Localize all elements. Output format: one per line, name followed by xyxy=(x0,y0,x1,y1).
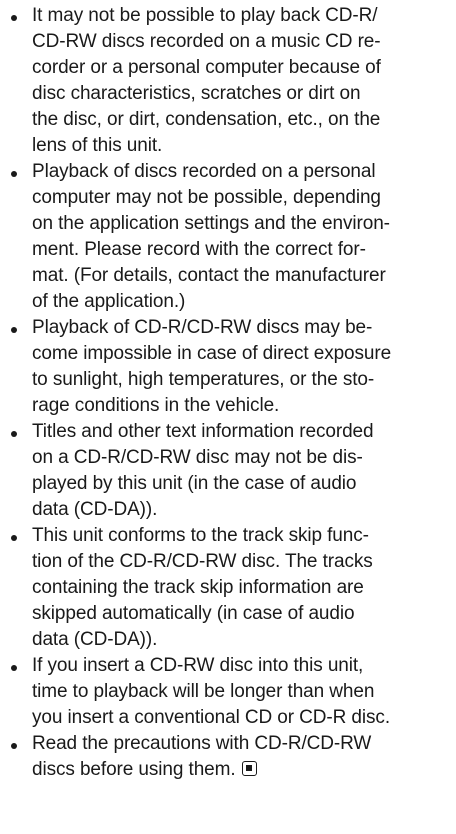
bullet-dot-icon xyxy=(11,327,17,333)
text-line: discs before using them. xyxy=(32,759,236,780)
text-line: computer may not be possible, depending xyxy=(32,187,381,208)
text-line: data (CD-DA)). xyxy=(32,629,158,650)
bullet-item: If you insert a CD-RW disc into this uni… xyxy=(0,653,456,731)
text-line: skipped automatically (in case of audio xyxy=(32,603,355,624)
text-line: ment. Please record with the correct for… xyxy=(32,239,366,260)
text-line: on the application settings and the envi… xyxy=(32,213,390,234)
text-line: Playback of CD-R/CD-RW discs may be- xyxy=(32,317,373,338)
text-line: rage conditions in the vehicle. xyxy=(32,395,280,416)
bullet-item: Playback of CD-R/CD-RW discs may be- com… xyxy=(0,315,456,419)
text-line: Titles and other text information record… xyxy=(32,421,374,442)
text-line: tion of the CD-R/CD-RW disc. The tracks xyxy=(32,551,373,572)
text-line: mat. (For details, contact the manufactu… xyxy=(32,265,386,286)
text-line: played by this unit (in the case of audi… xyxy=(32,473,357,494)
bullet-dot-icon xyxy=(11,15,17,21)
bullet-dot-icon xyxy=(11,743,17,749)
text-line: time to playback will be longer than whe… xyxy=(32,681,375,702)
text-line: CD-RW discs recorded on a music CD re- xyxy=(32,31,381,52)
bullet-item: Titles and other text information record… xyxy=(0,419,456,523)
bullet-dot-icon xyxy=(11,431,17,437)
bullet-item: Read the precautions with CD-R/CD-RW dis… xyxy=(0,731,456,783)
text-line: This unit conforms to the track skip fun… xyxy=(32,525,369,546)
text-line: lens of this unit. xyxy=(32,135,163,156)
text-line: disc characteristics, scratches or dirt … xyxy=(32,83,361,104)
text-line-with-end-mark: discs before using them. xyxy=(32,757,456,783)
text-line: Playback of discs recorded on a personal xyxy=(32,161,376,182)
bullet-item: This unit conforms to the track skip fun… xyxy=(0,523,456,653)
bullet-item: It may not be possible to play back CD-R… xyxy=(0,3,456,159)
text-line: the disc, or dirt, condensation, etc., o… xyxy=(32,109,381,130)
end-of-section-mark-icon xyxy=(241,761,257,776)
text-line: If you insert a CD-RW disc into this uni… xyxy=(32,655,364,676)
text-line: data (CD-DA)). xyxy=(32,499,158,520)
text-line: corder or a personal computer because of xyxy=(32,57,381,78)
text-line: containing the track skip information ar… xyxy=(32,577,364,598)
bullet-dot-icon xyxy=(11,171,17,177)
bullet-dot-icon xyxy=(11,665,17,671)
text-line: It may not be possible to play back CD-R… xyxy=(32,5,378,26)
text-line: Read the precautions with CD-R/CD-RW xyxy=(32,733,372,754)
text-line: of the application.) xyxy=(32,291,186,312)
bullet-item: Playback of discs recorded on a personal… xyxy=(0,159,456,315)
bullet-dot-icon xyxy=(11,535,17,541)
text-line: come impossible in case of direct exposu… xyxy=(32,343,392,364)
text-line: on a CD-R/CD-RW disc may not be dis- xyxy=(32,447,363,468)
text-line: you insert a conventional CD or CD-R dis… xyxy=(32,707,390,728)
text-line: to sunlight, high temperatures, or the s… xyxy=(32,369,375,390)
document-page: It may not be possible to play back CD-R… xyxy=(0,0,456,834)
